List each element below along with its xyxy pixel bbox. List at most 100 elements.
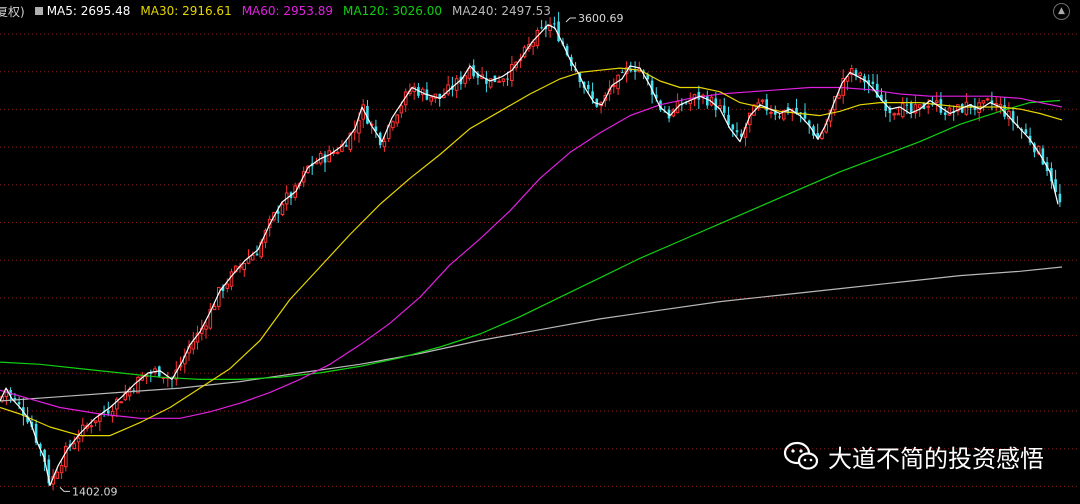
candle-body [510,64,514,81]
candle [463,74,467,88]
candle-body [1058,193,1062,203]
candle [756,98,761,111]
candle-body [981,100,986,104]
candle-body [395,114,399,124]
wechat-icon [783,441,819,470]
candle-body [357,120,361,134]
low-marker-arrow [59,487,70,492]
candle-body [399,105,404,114]
extreme-markers: 3600.69 1402.09 [59,12,624,498]
candle-body [706,96,709,106]
candle [420,87,425,102]
candle-body [837,94,841,99]
candle [735,122,739,137]
candle [429,96,433,106]
candle-body [621,72,624,74]
candle-body [943,112,947,115]
candle-body [858,72,863,76]
candle [391,120,395,131]
candle [633,61,637,80]
candle-body [72,443,77,450]
candle-body [553,23,556,25]
candle [952,105,955,121]
candle [323,151,327,172]
candle [765,94,768,116]
candle [161,376,166,384]
candle [403,88,408,112]
candle [204,321,208,339]
candle [599,100,603,114]
candle [917,104,922,117]
candle [374,119,378,138]
candle-body [327,150,331,163]
candle-body [773,112,777,115]
candle-body [587,84,590,90]
candle [64,442,68,472]
candle [187,340,191,361]
candle-body [769,111,773,114]
candle [72,436,77,450]
candle-body [17,402,21,405]
candle-body [926,105,931,108]
candle [289,191,293,205]
candle [195,325,200,350]
candle [183,348,187,373]
candle [527,36,531,52]
candle [153,366,157,376]
candle-body [229,271,234,287]
ma30-line [0,67,1063,437]
candle [760,99,765,105]
candle [229,268,234,291]
candle-body [335,151,340,154]
candle-body [947,107,952,116]
candle [93,420,98,427]
candle-body [896,113,901,116]
candle [909,100,913,119]
candle [913,95,918,119]
candle-body [382,141,387,148]
candle [540,19,543,30]
candle [692,93,697,107]
candle [1028,127,1032,146]
candle-body [391,121,395,129]
candle [366,100,369,125]
candle [412,82,416,100]
high-marker-arrow [565,17,576,23]
candle-body [977,102,981,114]
candle-body [344,144,348,147]
candle-body [731,124,735,130]
candle [616,74,620,95]
candle [208,303,213,330]
low-value-label: 1402.09 [72,485,118,498]
candle [433,93,438,104]
candle-body [892,113,897,116]
candle [497,75,501,83]
candle [361,99,365,128]
candle [110,404,115,423]
candle-body [242,263,246,270]
candle [863,73,866,91]
candle [438,93,441,107]
watermark-text: 大道不简的投资感悟 [828,444,1044,473]
candle-body [76,437,81,443]
candle-body [612,85,616,88]
candle [769,105,773,119]
candle-body [964,101,969,115]
candle [548,17,552,38]
watermark: 大道不简的投资感悟 [782,438,1044,474]
candle-body [497,80,501,83]
candle-body [463,75,467,84]
candle-body [467,67,472,79]
candle [501,78,506,87]
candle [841,69,846,104]
candle-body [591,91,594,99]
candle-body [735,130,739,133]
candle-body [93,420,98,424]
candle-body [760,99,765,102]
candle-body [255,253,259,256]
candle-body [64,445,68,468]
candle [934,91,939,112]
kline-chart[interactable]: 3600.69 1402.09 [0,0,1080,504]
candle-body [119,401,123,404]
candle [136,375,140,394]
